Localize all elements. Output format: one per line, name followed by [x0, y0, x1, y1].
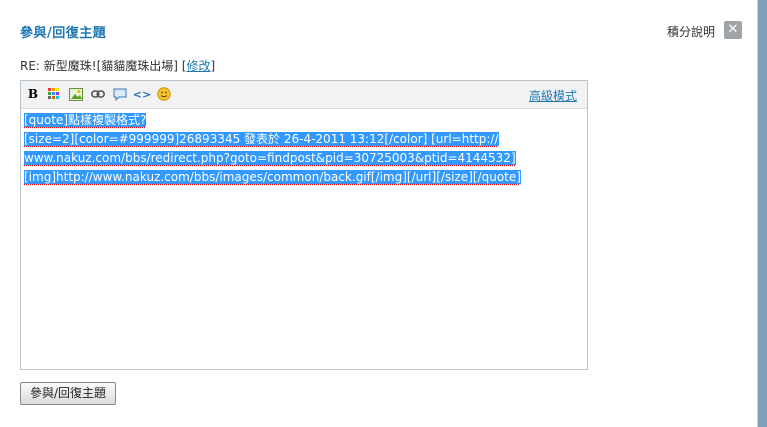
subject-suffix: ]	[210, 59, 216, 73]
bold-icon[interactable]: B	[26, 87, 40, 101]
editor-toolbar: B <> 高級模式	[21, 81, 587, 109]
image-icon[interactable]	[69, 87, 83, 101]
smiley-icon[interactable]	[157, 87, 171, 101]
close-icon[interactable]: ✕	[724, 21, 742, 39]
color-icon[interactable]	[47, 87, 61, 101]
post-textarea[interactable]: [quote]點樣複製格式? [size=2][color=#999999]26…	[21, 109, 587, 369]
editor-line: [size=2][color=#999999]26893345 發表於 26-4…	[24, 132, 499, 146]
dialog-title: 參與/回復主題	[20, 26, 107, 41]
reply-subject: RE: 新型魔珠![貓貓魔珠出場] [修改]	[20, 57, 215, 74]
editor-line: www.nakuz.com/bbs/redirect.php?goto=find…	[24, 151, 516, 165]
subject-text: RE: 新型魔珠![貓貓魔珠出場] [	[20, 59, 187, 73]
reply-dialog: 參與/回復主題 積分說明 ✕ RE: 新型魔珠![貓貓魔珠出場] [修改] B	[0, 0, 758, 427]
points-help-link[interactable]: 積分說明	[667, 23, 715, 40]
edit-subject-link[interactable]: 修改	[186, 59, 210, 73]
link-icon[interactable]	[91, 87, 105, 101]
code-icon[interactable]: <>	[133, 87, 151, 101]
advanced-mode-link[interactable]: 高級模式	[529, 87, 577, 104]
editor-line: [quote]點樣複製格式?	[24, 113, 147, 127]
submit-reply-button[interactable]: 參與/回復主題	[20, 382, 116, 405]
quote-icon[interactable]	[113, 87, 127, 101]
editor-line: [img]http://www.nakuz.com/bbs/images/com…	[24, 170, 521, 184]
post-editor: B <> 高級模式 [quote]點樣複製格式? [size=2][color=…	[20, 80, 588, 370]
